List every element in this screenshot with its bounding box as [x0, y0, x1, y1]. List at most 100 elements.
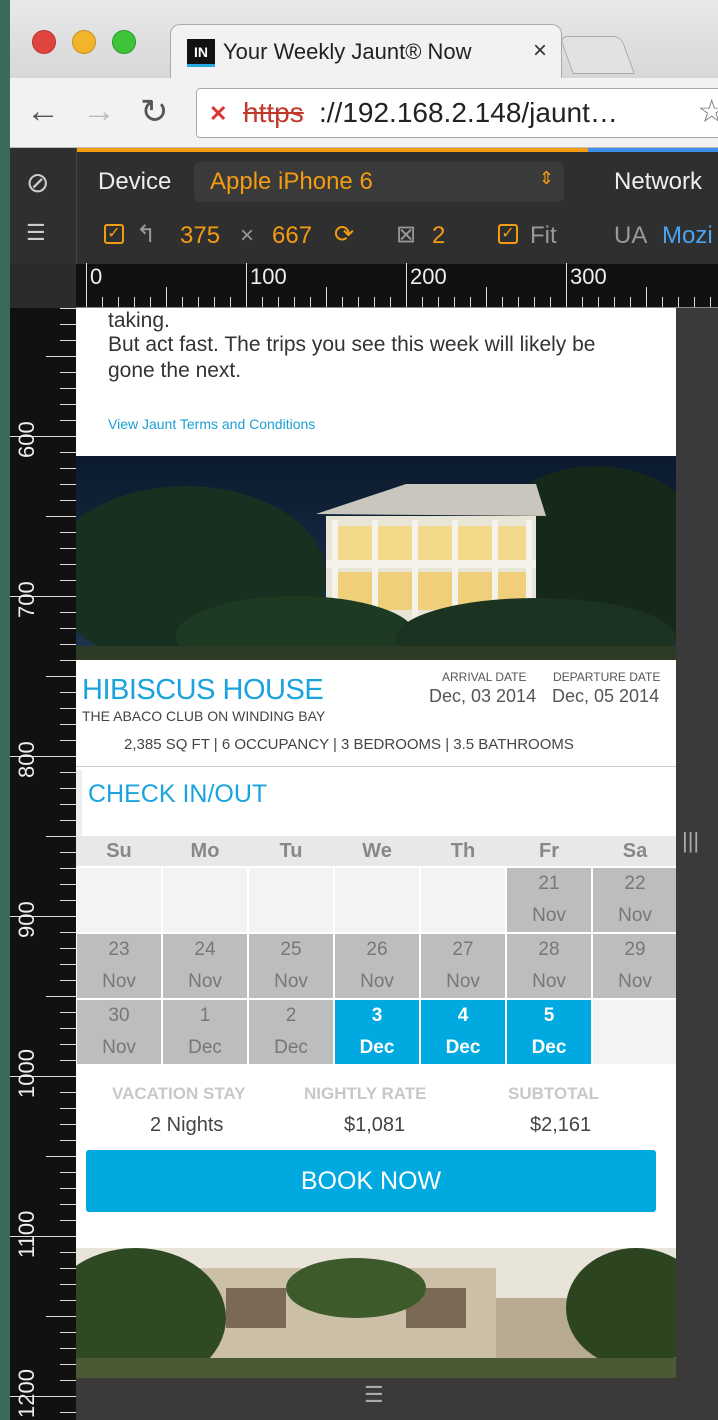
close-window-button[interactable] [32, 30, 56, 54]
book-now-button[interactable]: BOOK NOW [86, 1150, 656, 1212]
address-bar[interactable]: ✕ https ://192.168.2.148/jaunt… [196, 88, 718, 138]
forward-icon[interactable]: → [82, 92, 116, 131]
url-scheme: https [243, 97, 304, 128]
terms-link[interactable]: View Jaunt Terms and Conditions [108, 416, 315, 432]
departure-date-label: DEPARTURE DATE [553, 670, 661, 684]
ruler-label: 100 [250, 264, 287, 289]
calendar-day[interactable]: 23 Nov [77, 934, 161, 998]
calendar-empty-cell [421, 868, 505, 932]
reload-icon[interactable]: ↻ [140, 92, 169, 132]
ruler-tick [374, 297, 375, 307]
ruler-tick [60, 1188, 76, 1189]
pixel-ratio-input[interactable]: 2 [432, 222, 445, 250]
calendar-day[interactable]: 22 Nov [593, 868, 676, 932]
device-pixel-ratio-icon: ⊠ [396, 221, 417, 248]
calendar-day-selected[interactable]: 3 Dec [335, 1000, 419, 1064]
ruler-tick [60, 372, 76, 373]
fit-checkbox[interactable]: ✓ [498, 224, 518, 244]
viewport-resize-handle[interactable]: ||| [676, 308, 718, 1378]
device-select[interactable]: Apple iPhone 6 ⇕ [194, 162, 564, 202]
calendar-day-number: 29 [624, 939, 646, 960]
calendar-day-month: Nov [274, 971, 308, 992]
calendar-day[interactable]: 1 Dec [163, 1000, 247, 1064]
calendar-day-month: Nov [532, 971, 566, 992]
bottom-grip-icon: ☰ [364, 1382, 384, 1407]
calendar-day-month: Nov [532, 905, 566, 926]
ruler-tick [46, 836, 76, 837]
ruler-label: 600 [14, 421, 39, 458]
ruler-tick [60, 580, 76, 581]
calendar-day-number: 26 [366, 939, 388, 960]
property-title: HIBISCUS HOUSE [82, 674, 324, 706]
calendar-day-selected[interactable]: 5 Dec [507, 1000, 591, 1064]
ruler-tick [60, 308, 76, 309]
ruler-tick [678, 297, 679, 307]
weekday-header: Sa [592, 836, 676, 866]
calendar-day-month: Nov [102, 971, 136, 992]
calendar-day-number: 4 [457, 1005, 469, 1026]
media-queries-icon[interactable]: ☰ [26, 220, 46, 246]
minimize-window-button[interactable] [72, 30, 96, 54]
calendar-day[interactable]: 24 Nov [163, 934, 247, 998]
ruler-tick [60, 1044, 76, 1045]
ruler-tick [60, 1252, 76, 1253]
ruler-tick [60, 324, 76, 325]
weekday-header: Fr [506, 836, 592, 866]
new-tab-button[interactable] [559, 36, 635, 74]
ruler-tick [60, 884, 76, 885]
weekday-header: Tu [248, 836, 334, 866]
ruler-label: 800 [14, 741, 39, 778]
ruler-tick [60, 1284, 76, 1285]
calendar-day[interactable]: 30 Nov [77, 1000, 161, 1064]
ruler-tick [358, 297, 359, 307]
zoom-window-button[interactable] [112, 30, 136, 54]
swap-dimensions-icon[interactable]: ⟳ [334, 220, 354, 249]
ruler-tick [46, 676, 76, 677]
disable-emulation-icon[interactable]: ⊘ [26, 166, 49, 199]
ruler-tick [550, 297, 551, 307]
ruler-tick [46, 516, 76, 517]
ruler-tick [134, 297, 135, 307]
vacation-stay-label: VACATION STAY [112, 1084, 246, 1103]
calendar-day[interactable]: 25 Nov [249, 934, 333, 998]
ruler-tick [60, 420, 76, 421]
ruler-tick [60, 1028, 76, 1029]
check-in-out-title: CHECK IN/OUT [88, 780, 268, 808]
ruler-tick [60, 532, 76, 533]
ruler-tick [230, 297, 231, 307]
insecure-lock-icon: ✕ [209, 101, 228, 126]
ruler-tick [694, 297, 695, 307]
device-label: Device [98, 168, 172, 195]
calendar-day[interactable]: 28 Nov [507, 934, 591, 998]
ruler-tick [60, 1300, 76, 1301]
ruler-label: 700 [14, 581, 39, 618]
back-icon[interactable]: ← [26, 92, 60, 131]
ruler-tick [454, 297, 455, 307]
tab-close-icon[interactable]: × [533, 37, 547, 65]
ruler-tick [60, 452, 76, 453]
height-input[interactable]: 667 [272, 222, 312, 250]
ruler-tick [60, 1092, 76, 1093]
ua-value[interactable]: Mozi [662, 222, 713, 250]
calendar-day[interactable]: 21 Nov [507, 868, 591, 932]
resolution-checkbox[interactable]: ✓ [104, 224, 124, 244]
nightly-rate-value: $1,081 [344, 1114, 406, 1136]
ruler-label: 1100 [14, 1210, 39, 1258]
width-input[interactable]: 375 [180, 222, 220, 250]
device-accent-line [76, 148, 588, 152]
calendar-day[interactable]: 27 Nov [421, 934, 505, 998]
calendar-day-month: Nov [446, 971, 480, 992]
calendar-day[interactable]: 2 Dec [249, 1000, 333, 1064]
ruler-tick [60, 708, 76, 709]
calendar-day-number: 1 [199, 1005, 211, 1026]
intro-text-line: gone the next. [108, 359, 242, 382]
calendar-day-selected[interactable]: 4 Dec [421, 1000, 505, 1064]
calendar-day[interactable]: 26 Nov [335, 934, 419, 998]
bottom-resize-bar[interactable]: ☰ [76, 1378, 718, 1420]
divider [76, 766, 676, 767]
calendar-day-number: 27 [452, 939, 474, 960]
ruler-tick [60, 1348, 76, 1349]
bookmark-star-icon[interactable]: ☆ [697, 92, 718, 130]
calendar-day[interactable]: 29 Nov [593, 934, 676, 998]
browser-tab[interactable]: IN Your Weekly Jaunt® Now × [170, 24, 562, 80]
